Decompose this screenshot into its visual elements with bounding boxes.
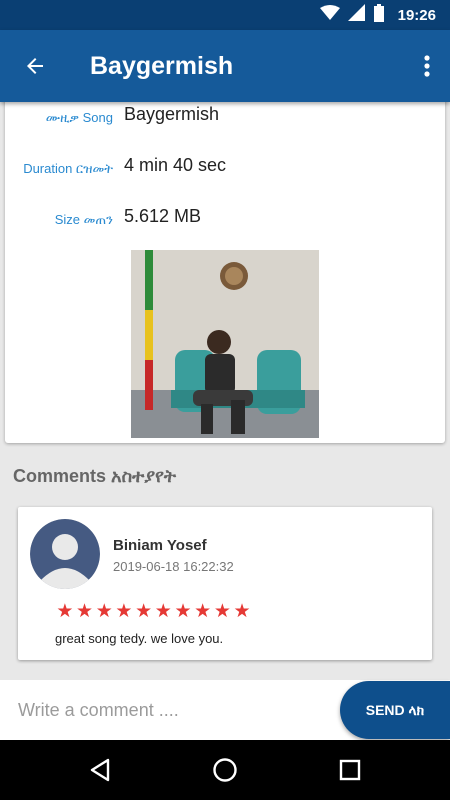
square-recents-icon [339,759,361,781]
status-icons: 19:26 [319,0,436,30]
detail-row-song: ሙዚቃ Song Baygermish [5,102,445,132]
system-nav-bar [0,740,450,800]
nav-recents-button[interactable] [335,755,365,785]
page-title: Baygermish [90,52,234,80]
song-value: Baygermish [124,104,220,124]
artist-photo [131,250,319,438]
signal-icon [347,4,366,26]
status-bar: 19:26 [0,0,450,30]
comment-card: Biniam Yosef 2019-06-18 16:22:32 ★ ★ ★ ★… [18,507,432,660]
comment-input[interactable] [0,680,335,740]
star-icon: ★ [213,600,231,622]
star-icon: ★ [154,600,172,622]
detail-row-duration: Duration ርዝመት 4 min 40 sec [5,153,445,183]
more-vert-icon [424,55,430,77]
avatar [30,519,100,589]
battery-icon [373,4,384,26]
arrow-left-icon [27,58,43,74]
star-icon: ★ [95,600,113,622]
app-bar: Baygermish [0,30,450,102]
nav-back-button[interactable] [85,755,115,785]
song-label: ሙዚቃ Song [45,110,113,125]
star-icon: ★ [76,600,94,622]
rating-stars: ★ ★ ★ ★ ★ ★ ★ ★ ★ ★ [55,602,252,621]
triangle-back-icon [90,758,110,782]
star-icon: ★ [56,600,74,622]
duration-label: Duration ርዝመት [23,161,113,176]
size-value: 5.612 MB [124,206,202,226]
nav-home-button[interactable] [210,755,240,785]
overflow-menu-button[interactable] [418,50,436,82]
comment-date: 2019-06-18 16:22:32 [113,559,234,574]
comment-input-bar: SEND ላክ [0,680,450,740]
back-button[interactable] [18,50,52,82]
star-icon: ★ [194,600,212,622]
star-icon: ★ [174,600,192,622]
duration-value: 4 min 40 sec [124,155,227,175]
song-details-card: ሙዚቃ Song Baygermish Duration ርዝመት 4 min … [5,96,445,443]
wifi-icon [319,5,340,25]
comments-heading: Comments አስተያየት [13,466,177,486]
send-button[interactable]: SEND ላክ [340,681,450,739]
detail-row-size: Size መጠን 5.612 MB [5,204,445,234]
status-time: 19:26 [397,6,436,24]
comment-text: great song tedy. we love you. [55,631,224,646]
star-icon: ★ [115,600,133,622]
circle-home-icon [213,758,237,782]
comment-author: Biniam Yosef [113,537,207,554]
size-label: Size መጠን [54,212,113,227]
star-icon: ★ [233,600,251,622]
star-icon: ★ [135,600,153,622]
